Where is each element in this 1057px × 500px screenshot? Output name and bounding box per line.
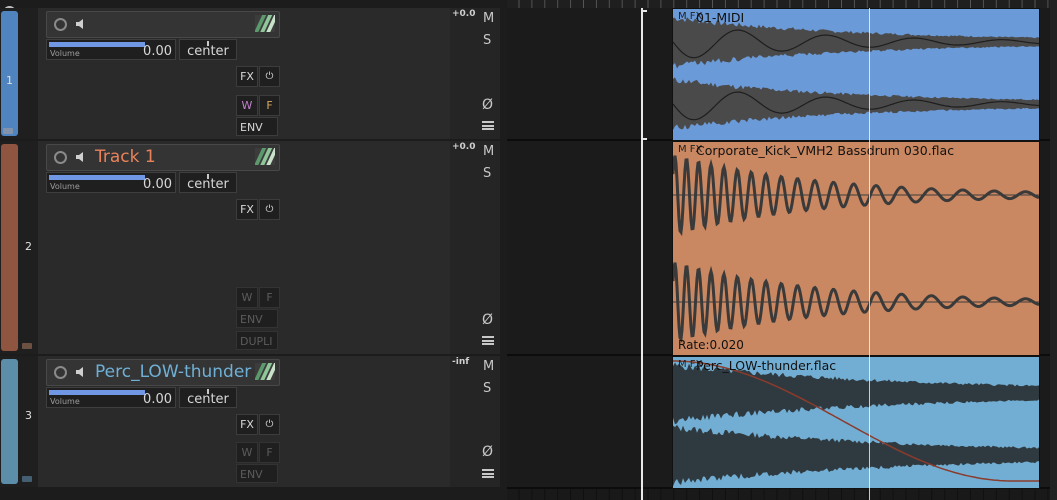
track-name-box[interactable] [46,11,280,38]
menu-icon[interactable] [482,336,494,345]
volume-level-bar [49,175,145,180]
record-arm-button[interactable] [54,18,67,31]
phase-invert-button[interactable]: Ø [482,97,493,113]
waveform [673,155,1039,344]
fx-button[interactable]: FX [236,199,258,220]
peak-meter-value[interactable]: -inf [452,357,469,367]
pan-knob[interactable]: center [179,39,237,60]
track-name[interactable]: Perc_LOW-thunder [95,361,251,383]
track-name[interactable]: Track 1 [95,146,156,168]
mute-button[interactable]: M [483,359,494,374]
peak-meter-value[interactable]: +0.0 [452,9,475,19]
routing-icon[interactable] [255,363,275,380]
phase-invert-button[interactable]: Ø [482,444,493,460]
peak-meter-value[interactable]: +0.0 [452,142,475,152]
track-lane-1[interactable]: M FX 01-MIDI [507,8,1057,141]
track-header-3[interactable]: 3 Perc_LOW-thunder Volume 0.00 center FX… [0,356,500,487]
phase-invert-button[interactable]: Ø [482,312,493,328]
pan-knob[interactable]: center [179,172,237,193]
edit-cursor[interactable] [641,8,643,500]
track-number[interactable]: 2 [25,240,32,253]
pan-knob[interactable]: center [179,387,237,408]
menu-icon[interactable] [482,121,494,130]
freeze-button[interactable]: F [259,287,280,308]
folder-icon[interactable] [22,343,32,349]
track-name-box[interactable]: Perc_LOW-thunder [46,359,280,386]
track-number[interactable]: 3 [25,409,32,422]
fx-bypass-power-icon[interactable]: ⏻ [259,199,280,220]
record-arm-button[interactable] [54,151,67,164]
envelope-button[interactable]: ENV [236,464,278,483]
volume-fader[interactable]: Volume 0.00 [46,387,176,408]
pan-value: center [187,177,229,192]
write-automation-button[interactable]: W [236,95,258,116]
volume-value: 0.00 [143,44,172,59]
track-name-box[interactable]: Track 1 [46,144,280,171]
envelope-button[interactable]: ENV [236,309,278,328]
speaker-icon[interactable] [74,150,88,164]
solo-button[interactable]: S [483,381,491,396]
record-arm-button[interactable] [54,366,67,379]
track-header-1[interactable]: 1 Volume 0.00 center FX ⏻ W F ENV +0.0 M… [0,8,500,139]
solo-button[interactable]: S [483,166,491,181]
track-lane-2[interactable]: M FX Corporate_Kick_VMH2 Bassdrum 030.fl… [507,141,1057,356]
track-number[interactable]: 1 [6,74,13,87]
mute-button[interactable]: M [483,11,494,26]
volume-value: 0.00 [143,177,172,192]
track-color-strip[interactable] [1,359,18,484]
freeze-button[interactable]: F [259,95,280,116]
pan-value: center [187,44,229,59]
media-item[interactable]: M FX Perc_LOW-thunder.flac [672,356,1040,489]
volume-label: Volume [50,397,80,406]
item-label: Perc_LOW-thunder.flac [696,358,837,373]
media-item[interactable]: M FX Corporate_Kick_VMH2 Bassdrum 030.fl… [672,141,1040,356]
media-item[interactable]: M FX 01-MIDI [672,8,1040,141]
folder-icon[interactable] [3,128,13,134]
mute-button[interactable]: M [483,144,494,159]
volume-level-bar [49,390,145,395]
fx-button[interactable]: FX [236,414,258,435]
fx-button[interactable]: FX [236,66,258,87]
arrange-view[interactable]: M FX 01-MIDI M FX Corporate_Kick_VMH2 Ba… [507,0,1057,500]
write-automation-button[interactable]: W [236,442,258,463]
fx-bypass-power-icon[interactable]: ⏻ [259,66,280,87]
duplicate-button[interactable]: DUPLI [236,331,278,350]
waveform [673,17,1039,130]
volume-label: Volume [50,49,80,58]
volume-value: 0.00 [143,392,172,407]
play-cursor[interactable] [869,8,870,500]
item-label: Corporate_Kick_VMH2 Bassdrum 030.flac [696,143,955,158]
routing-icon[interactable] [255,15,275,32]
volume-level-bar [49,42,145,47]
write-automation-button[interactable]: W [236,287,258,308]
track-header-2[interactable]: 2 Track 1 Volume 0.00 center FX ⏻ W F EN… [0,141,500,354]
menu-icon[interactable] [482,469,494,478]
solo-button[interactable]: S [483,33,491,48]
speaker-icon[interactable] [74,17,88,31]
item-label: 01-MIDI [696,10,745,25]
track-color-strip[interactable] [1,144,18,351]
volume-label: Volume [50,182,80,191]
volume-fader[interactable]: Volume 0.00 [46,39,176,60]
track-lane-3[interactable]: M FX Perc_LOW-thunder.flac [507,356,1057,489]
waveform [673,360,1039,487]
envelope-button[interactable]: ENV [236,117,278,136]
routing-icon[interactable] [255,148,275,165]
speaker-icon[interactable] [74,365,88,379]
volume-fader[interactable]: Volume 0.00 [46,172,176,193]
item-rate-label: Rate:0.020 [678,338,744,352]
freeze-button[interactable]: F [259,442,280,463]
fx-bypass-power-icon[interactable]: ⏻ [259,414,280,435]
pan-value: center [187,392,229,407]
folder-icon[interactable] [22,476,32,482]
vertical-scrollbar[interactable] [1050,0,1057,500]
